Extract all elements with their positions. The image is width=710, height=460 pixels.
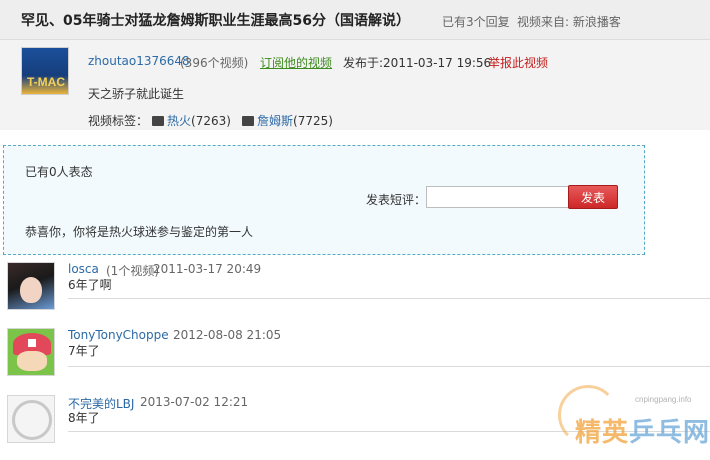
comment-item: TonyTonyChoppe 2012-08-08 21:05 7年了 [0, 326, 710, 386]
avatar-face [20, 277, 42, 303]
comment-text: 7年了 [68, 344, 100, 358]
comment-text: 6年了啊 [68, 278, 112, 292]
comment-username[interactable]: losca [68, 262, 99, 276]
short-comment-input[interactable] [426, 186, 569, 208]
comment-date: 2012-08-08 21:05 [173, 328, 282, 342]
avatar-face [17, 351, 47, 371]
video-description: 天之骄子就此诞生 [88, 87, 185, 101]
publish-date: 发布于:2011-03-17 19:56 [343, 56, 492, 70]
video-title: 罕见、05年骑士对猛龙詹姆斯职业生涯最高56分（国语解说） [21, 13, 410, 29]
watermark-logo-b: 乒乓网 [629, 418, 710, 448]
subscribe-link[interactable]: 订阅他的视频 [260, 54, 332, 71]
comment-text: 8年了 [68, 411, 100, 425]
submit-comment-button[interactable]: 发表 [568, 185, 618, 209]
avatar[interactable] [7, 328, 55, 376]
comment-divider [68, 366, 710, 367]
avatar[interactable] [7, 395, 55, 443]
comment-username[interactable]: TonyTonyChoppe [68, 328, 169, 342]
tags-label: 视频标签： [88, 114, 149, 128]
comment-video-count: (1个视频) [106, 264, 159, 278]
watermark-logo: 精英乒乓网 [575, 412, 710, 449]
uploader-panel: T-MAC zhoutao1376648 (396个视频) 订阅他的视频 发布于… [0, 40, 710, 130]
video-source: 视频来自: 新浪播客 [517, 15, 621, 29]
video-header: 罕见、05年骑士对猛龙詹姆斯职业生涯最高56分（国语解说） 已有3个回复 视频来… [0, 0, 710, 40]
avatar-hat-cross [28, 339, 36, 347]
tag-link[interactable]: 詹姆斯 [257, 114, 293, 128]
clapperboard-icon [242, 116, 254, 126]
tag-count: (7725) [293, 114, 333, 128]
vote-box: 已有0人表态 发表短评： 发表 恭喜你，你将是热火球迷参与鉴定的第一人 [3, 145, 645, 255]
reply-count: 已有3个回复 [442, 15, 510, 29]
avatar-logo-text: T-MAC [27, 75, 65, 89]
tag-link[interactable]: 热火 [167, 114, 191, 128]
comment-date: 2013-07-02 12:21 [140, 395, 249, 409]
uploader-avatar[interactable]: T-MAC [21, 47, 69, 95]
comment-label: 发表短评： [366, 193, 427, 207]
uploader-username-link[interactable]: zhoutao1376648 [88, 54, 190, 68]
avatar[interactable] [7, 262, 55, 310]
tag-item[interactable]: 热火(7263) [152, 112, 231, 129]
comment-item: losca (1个视频) 2011-03-17 20:49 6年了啊 [0, 260, 710, 320]
default-avatar-icon [12, 400, 52, 440]
watermark-logo-a: 精英 [575, 418, 630, 448]
uploader-video-count: (396个视频) [180, 56, 249, 70]
clapperboard-icon [152, 116, 164, 126]
tag-count: (7263) [191, 114, 231, 128]
tag-item[interactable]: 詹姆斯(7725) [242, 112, 333, 129]
report-video-link[interactable]: 举报此视频 [488, 54, 548, 71]
first-participant-message: 恭喜你，你将是热火球迷参与鉴定的第一人 [25, 225, 254, 239]
comment-date: 2011-03-17 20:49 [153, 262, 262, 276]
watermark-url: cnpingpang.info [635, 395, 692, 404]
comment-divider [68, 298, 710, 299]
vote-count: 已有0人表态 [25, 165, 93, 179]
